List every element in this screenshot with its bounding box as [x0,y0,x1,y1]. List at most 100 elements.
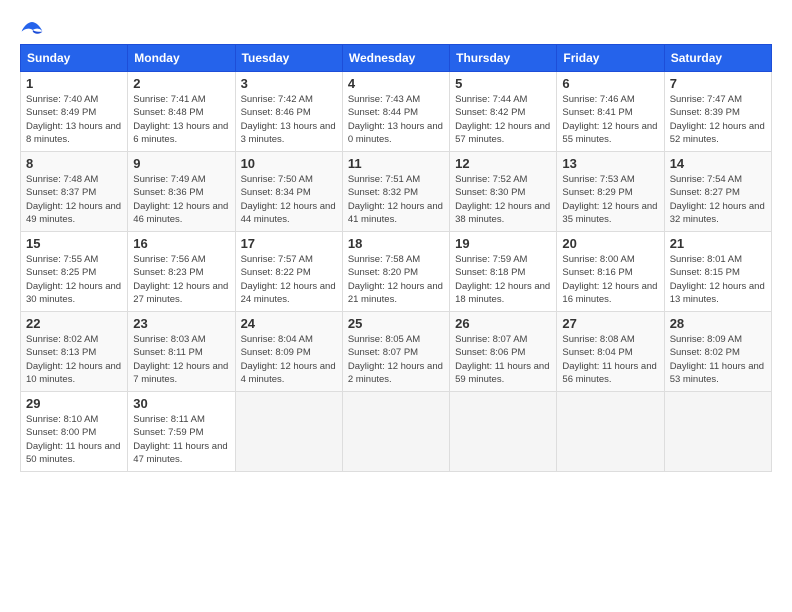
day-number: 16 [133,236,229,251]
daylight-label: Daylight: 12 hours and 16 minutes. [562,281,657,305]
logo [20,20,48,40]
sunset-label: Sunset: 8:07 PM [348,347,418,358]
sunset-label: Sunset: 8:41 PM [562,107,632,118]
day-info: Sunrise: 7:55 AM Sunset: 8:25 PM Dayligh… [26,253,122,306]
logo-bird-icon [20,20,44,40]
calendar-cell [664,392,771,472]
sunrise-label: Sunrise: 8:07 AM [455,334,527,345]
daylight-label: Daylight: 12 hours and 24 minutes. [241,281,336,305]
day-number: 7 [670,76,766,91]
calendar-cell: 18 Sunrise: 7:58 AM Sunset: 8:20 PM Dayl… [342,232,449,312]
calendar-cell: 9 Sunrise: 7:49 AM Sunset: 8:36 PM Dayli… [128,152,235,232]
calendar-cell [450,392,557,472]
calendar-cell: 15 Sunrise: 7:55 AM Sunset: 8:25 PM Dayl… [21,232,128,312]
daylight-label: Daylight: 11 hours and 47 minutes. [133,441,227,465]
sunset-label: Sunset: 8:49 PM [26,107,96,118]
sunrise-label: Sunrise: 8:02 AM [26,334,98,345]
day-info: Sunrise: 8:09 AM Sunset: 8:02 PM Dayligh… [670,333,766,386]
day-info: Sunrise: 7:41 AM Sunset: 8:48 PM Dayligh… [133,93,229,146]
daylight-label: Daylight: 12 hours and 46 minutes. [133,201,228,225]
sunset-label: Sunset: 8:09 PM [241,347,311,358]
sunrise-label: Sunrise: 8:05 AM [348,334,420,345]
day-number: 25 [348,316,444,331]
calendar-cell: 8 Sunrise: 7:48 AM Sunset: 8:37 PM Dayli… [21,152,128,232]
day-number: 27 [562,316,658,331]
calendar-cell: 29 Sunrise: 8:10 AM Sunset: 8:00 PM Dayl… [21,392,128,472]
daylight-label: Daylight: 12 hours and 52 minutes. [670,121,765,145]
day-number: 5 [455,76,551,91]
sunrise-label: Sunrise: 7:59 AM [455,254,527,265]
daylight-label: Daylight: 12 hours and 30 minutes. [26,281,121,305]
day-info: Sunrise: 7:57 AM Sunset: 8:22 PM Dayligh… [241,253,337,306]
sunset-label: Sunset: 8:11 PM [133,347,203,358]
sunset-label: Sunset: 8:16 PM [562,267,632,278]
daylight-label: Daylight: 12 hours and 41 minutes. [348,201,443,225]
calendar-cell: 6 Sunrise: 7:46 AM Sunset: 8:41 PM Dayli… [557,72,664,152]
calendar-cell: 12 Sunrise: 7:52 AM Sunset: 8:30 PM Dayl… [450,152,557,232]
sunrise-label: Sunrise: 7:47 AM [670,94,742,105]
day-info: Sunrise: 8:02 AM Sunset: 8:13 PM Dayligh… [26,333,122,386]
calendar-cell [235,392,342,472]
day-number: 12 [455,156,551,171]
day-number: 14 [670,156,766,171]
day-number: 11 [348,156,444,171]
day-number: 9 [133,156,229,171]
sunset-label: Sunset: 8:13 PM [26,347,96,358]
day-info: Sunrise: 7:43 AM Sunset: 8:44 PM Dayligh… [348,93,444,146]
calendar-table: SundayMondayTuesdayWednesdayThursdayFrid… [20,44,772,472]
day-info: Sunrise: 7:47 AM Sunset: 8:39 PM Dayligh… [670,93,766,146]
sunset-label: Sunset: 8:23 PM [133,267,203,278]
day-number: 23 [133,316,229,331]
weekday-header-cell: Saturday [664,45,771,72]
daylight-label: Daylight: 11 hours and 53 minutes. [670,361,764,385]
sunrise-label: Sunrise: 7:56 AM [133,254,205,265]
sunset-label: Sunset: 8:00 PM [26,427,96,438]
sunrise-label: Sunrise: 8:08 AM [562,334,634,345]
day-number: 6 [562,76,658,91]
sunrise-label: Sunrise: 7:41 AM [133,94,205,105]
daylight-label: Daylight: 12 hours and 38 minutes. [455,201,550,225]
calendar-week-row: 8 Sunrise: 7:48 AM Sunset: 8:37 PM Dayli… [21,152,772,232]
calendar-cell: 30 Sunrise: 8:11 AM Sunset: 7:59 PM Dayl… [128,392,235,472]
sunset-label: Sunset: 8:32 PM [348,187,418,198]
sunrise-label: Sunrise: 8:11 AM [133,414,205,425]
day-number: 10 [241,156,337,171]
day-number: 2 [133,76,229,91]
calendar-cell: 11 Sunrise: 7:51 AM Sunset: 8:32 PM Dayl… [342,152,449,232]
sunset-label: Sunset: 8:20 PM [348,267,418,278]
sunset-label: Sunset: 8:27 PM [670,187,740,198]
daylight-label: Daylight: 12 hours and 18 minutes. [455,281,550,305]
calendar-cell: 26 Sunrise: 8:07 AM Sunset: 8:06 PM Dayl… [450,312,557,392]
day-info: Sunrise: 7:42 AM Sunset: 8:46 PM Dayligh… [241,93,337,146]
day-number: 28 [670,316,766,331]
day-info: Sunrise: 8:10 AM Sunset: 8:00 PM Dayligh… [26,413,122,466]
sunrise-label: Sunrise: 8:09 AM [670,334,742,345]
daylight-label: Daylight: 11 hours and 50 minutes. [26,441,120,465]
calendar-cell: 13 Sunrise: 7:53 AM Sunset: 8:29 PM Dayl… [557,152,664,232]
sunrise-label: Sunrise: 8:01 AM [670,254,742,265]
calendar-cell: 21 Sunrise: 8:01 AM Sunset: 8:15 PM Dayl… [664,232,771,312]
day-info: Sunrise: 8:11 AM Sunset: 7:59 PM Dayligh… [133,413,229,466]
day-info: Sunrise: 7:56 AM Sunset: 8:23 PM Dayligh… [133,253,229,306]
day-info: Sunrise: 8:08 AM Sunset: 8:04 PM Dayligh… [562,333,658,386]
day-number: 1 [26,76,122,91]
sunset-label: Sunset: 8:04 PM [562,347,632,358]
weekday-header-cell: Tuesday [235,45,342,72]
day-number: 20 [562,236,658,251]
sunrise-label: Sunrise: 7:40 AM [26,94,98,105]
day-number: 24 [241,316,337,331]
sunrise-label: Sunrise: 7:46 AM [562,94,634,105]
calendar-cell: 4 Sunrise: 7:43 AM Sunset: 8:44 PM Dayli… [342,72,449,152]
day-info: Sunrise: 8:03 AM Sunset: 8:11 PM Dayligh… [133,333,229,386]
day-info: Sunrise: 7:40 AM Sunset: 8:49 PM Dayligh… [26,93,122,146]
weekday-header-cell: Sunday [21,45,128,72]
sunrise-label: Sunrise: 8:10 AM [26,414,98,425]
daylight-label: Daylight: 12 hours and 2 minutes. [348,361,443,385]
daylight-label: Daylight: 12 hours and 55 minutes. [562,121,657,145]
calendar-cell: 17 Sunrise: 7:57 AM Sunset: 8:22 PM Dayl… [235,232,342,312]
weekday-header-cell: Thursday [450,45,557,72]
day-info: Sunrise: 7:49 AM Sunset: 8:36 PM Dayligh… [133,173,229,226]
sunset-label: Sunset: 8:22 PM [241,267,311,278]
sunset-label: Sunset: 8:25 PM [26,267,96,278]
calendar-cell: 1 Sunrise: 7:40 AM Sunset: 8:49 PM Dayli… [21,72,128,152]
